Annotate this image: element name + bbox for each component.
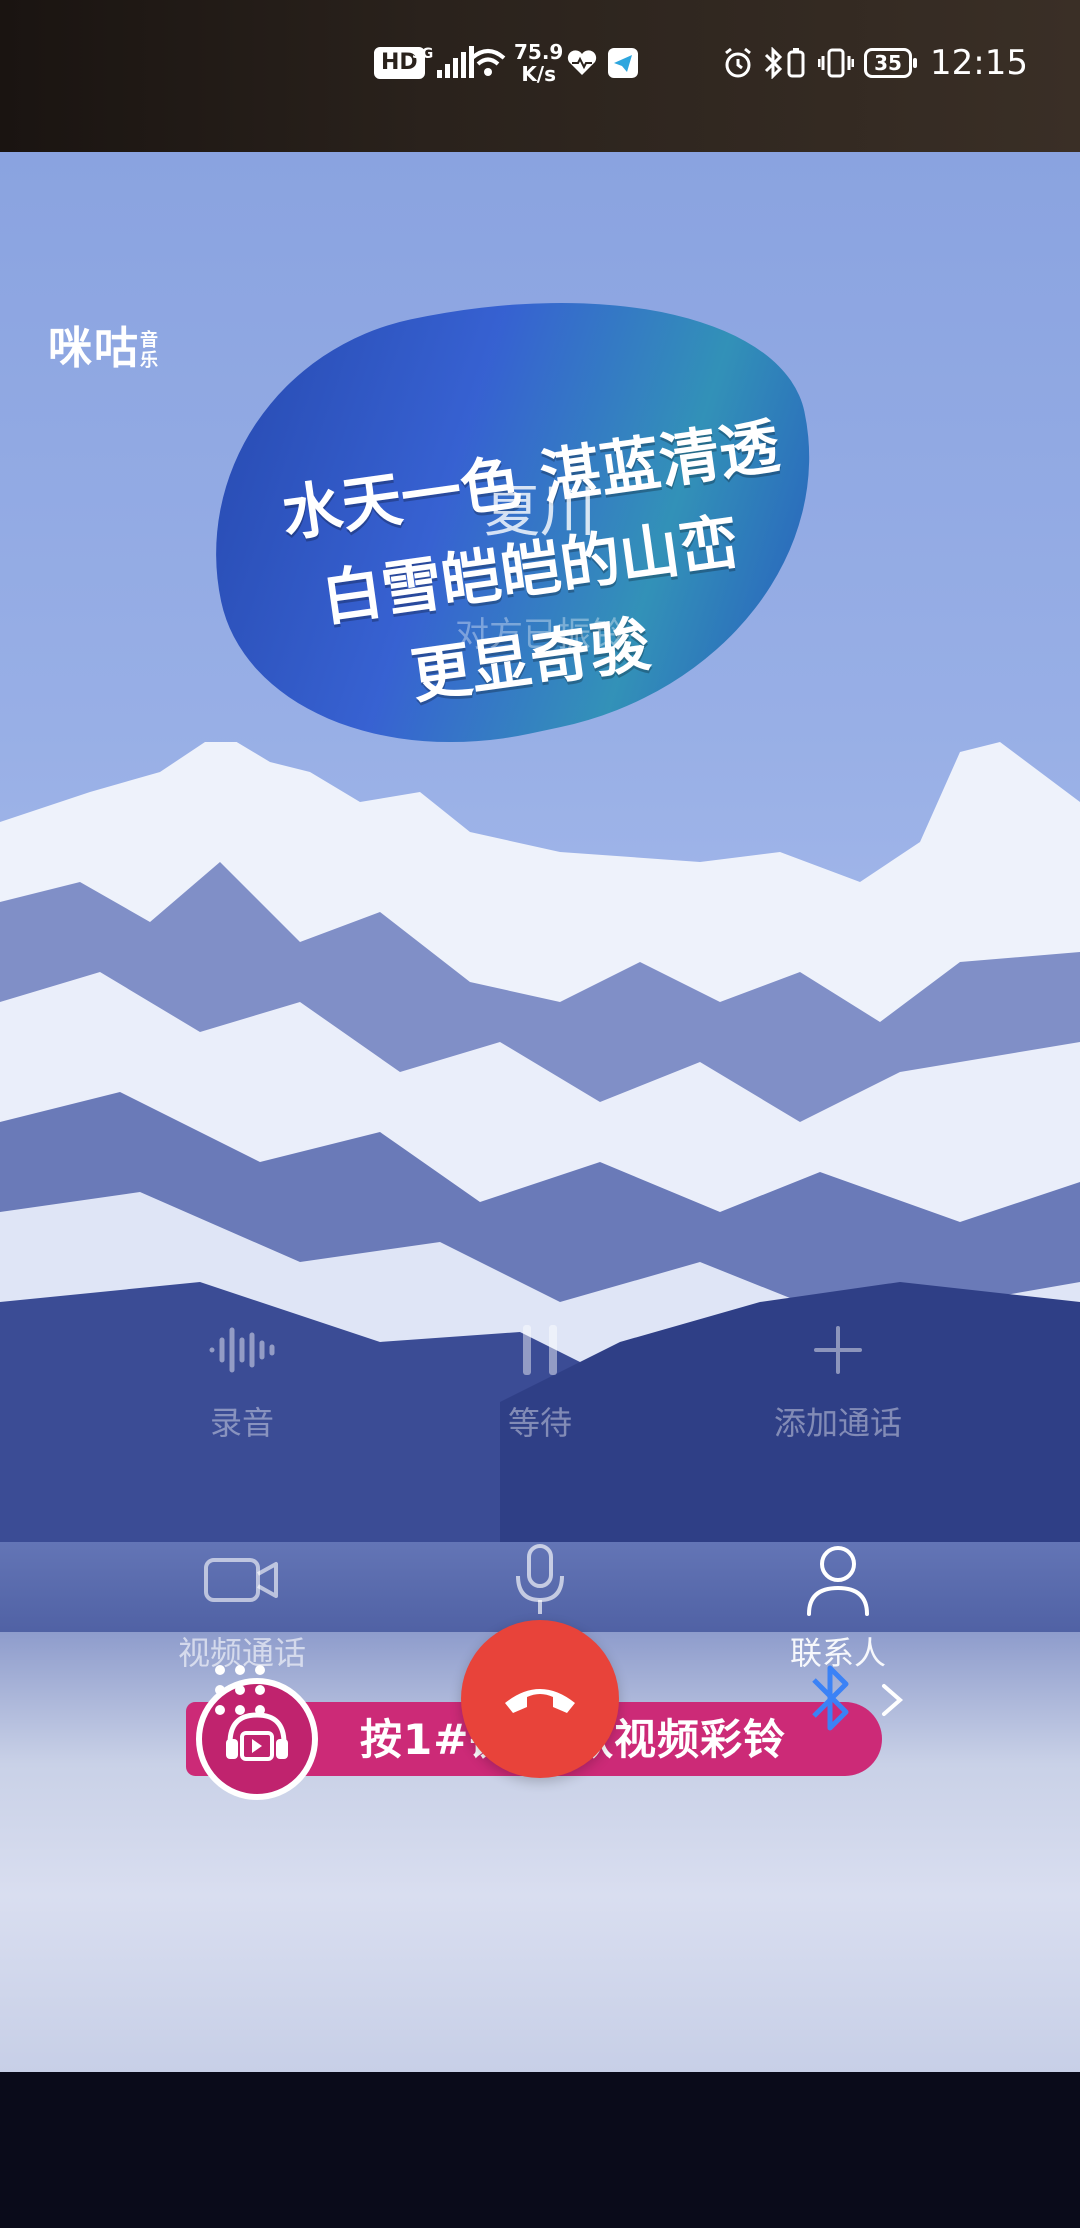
end-call-button[interactable]: [461, 1620, 619, 1778]
dialpad-button[interactable]: [212, 1662, 268, 1722]
phone-hangup-icon: [505, 1689, 575, 1713]
navigation-bar: [0, 2072, 1080, 2228]
logo-sub: 音乐: [140, 330, 160, 371]
speed-value: 75.9: [514, 40, 564, 64]
video-ringtone-view: 咪咕音乐 水天一色 湛蓝清透 白雪皑皑的山峦 更显奇骏 夏川 对方已振铃: [0, 152, 1080, 2072]
add-call-button[interactable]: 添加通话: [718, 1310, 958, 1444]
add-icon: [718, 1310, 958, 1390]
bluetooth-status-icon: [762, 0, 784, 126]
caller-name: 夏川: [484, 480, 596, 545]
bluetooth-audio-button[interactable]: [806, 1658, 854, 1742]
record-button[interactable]: 录音: [122, 1310, 362, 1444]
contact-icon: [718, 1540, 958, 1620]
battery-saver-icon: [786, 0, 806, 126]
network-speed: 75.9 K/s: [514, 0, 563, 126]
hold-button[interactable]: 等待: [420, 1310, 660, 1444]
logo-text: 咪咕: [48, 323, 140, 374]
add-call-label: 添加通话: [773, 1404, 902, 1442]
record-label: 录音: [209, 1404, 274, 1442]
clock: 12:15: [930, 0, 1028, 126]
video-camera-icon: [122, 1540, 362, 1620]
battery-level: 35: [864, 48, 917, 78]
bluetooth-icon: [812, 1665, 849, 1731]
migu-logo: 咪咕音乐: [48, 312, 162, 376]
status-time: 12:15: [930, 43, 1028, 83]
microphone-icon: [420, 1540, 660, 1620]
speed-unit: K/s: [521, 62, 557, 86]
call-status: 对方已振铃: [455, 615, 625, 655]
signal-icon: 5G: [412, 0, 475, 126]
hold-label: 等待: [507, 1404, 572, 1442]
contacts-button[interactable]: 联系人: [718, 1540, 958, 1674]
waveform-icon: [122, 1310, 362, 1390]
heart-icon: [566, 0, 598, 126]
wifi-icon: [470, 0, 506, 126]
audio-route-expand-button[interactable]: [880, 1680, 904, 1724]
status-bar: HD 5G 75.9 K/s 35 12:15: [0, 0, 1080, 152]
network-type: 5G: [412, 46, 434, 62]
vibrate-icon: [818, 0, 854, 126]
chevron-right-icon: [882, 1684, 904, 1716]
video-call-button[interactable]: 视频通话: [122, 1540, 362, 1674]
battery-icon: 35: [864, 0, 917, 126]
dialpad-icon: [215, 1665, 265, 1715]
alarm-icon: [722, 0, 754, 126]
telegram-icon: [608, 0, 638, 126]
pause-icon: [420, 1310, 660, 1390]
